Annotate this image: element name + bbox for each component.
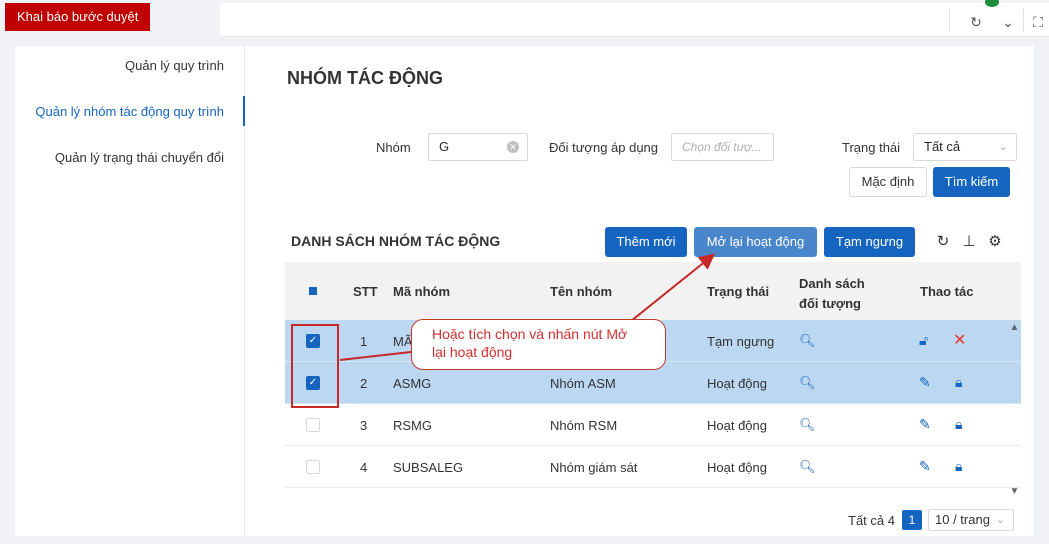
col-objects: Danh sách đối tượng	[799, 274, 865, 314]
table-row[interactable]: 4 SUBSALEG Nhóm giám sát Hoạt động 🔍︎ ✎ …	[285, 446, 1021, 488]
row-stt: 4	[360, 460, 368, 475]
edit-icon[interactable]: ✎	[919, 416, 931, 433]
chevron-down-icon[interactable]: ⌄	[999, 13, 1017, 31]
row-status: Hoạt động	[707, 376, 767, 391]
page-size-select[interactable]: 10 / trang ⌄	[928, 509, 1014, 531]
table-header: STT Mã nhóm Tên nhóm Trạng thái Danh sác…	[285, 262, 1021, 320]
active-tab-badge[interactable]: Khai báo bước duyệt	[5, 3, 151, 31]
sidebar-item-status-transition[interactable]: Quản lý trạng thái chuyển đổi	[55, 150, 224, 165]
unlock-icon[interactable]: 🔓︎	[919, 332, 928, 349]
column-height-icon[interactable]: ⊥	[960, 233, 978, 251]
object-filter-select[interactable]: Chọn đối tượ...	[671, 133, 774, 161]
page-title: NHÓM TÁC ĐỘNG	[287, 68, 443, 88]
status-filter-select[interactable]: Tất cả ⌄	[913, 133, 1017, 161]
search-icon[interactable]: 🔍︎	[799, 459, 816, 475]
close-icon[interactable]: ✕	[953, 330, 966, 350]
annotation-callout: Hoặc tích chọn và nhấn nút Mở lại hoạt đ…	[411, 319, 666, 370]
status-filter-value: Tất cả	[924, 139, 961, 154]
col-status: Trạng thái	[707, 284, 770, 299]
search-icon[interactable]: 🔍︎	[799, 417, 816, 433]
row-stt: 2	[360, 376, 368, 391]
object-filter-label: Đối tượng áp dụng	[549, 140, 659, 155]
edit-icon[interactable]: ✎	[919, 458, 931, 475]
scroll-up-icon[interactable]: ▲	[1008, 322, 1021, 333]
row-status: Hoạt động	[707, 418, 767, 433]
col-objects-line2: đối tượng	[799, 296, 861, 311]
annotation-highlight	[291, 324, 339, 408]
row-status: Hoạt động	[707, 460, 767, 475]
col-stt: STT	[353, 284, 378, 299]
row-code: ASMG	[393, 376, 432, 391]
action-group-table: STT Mã nhóm Tên nhóm Trạng thái Danh sác…	[285, 262, 1021, 488]
group-filter-input[interactable]: G ✕	[428, 133, 528, 161]
fullscreen-icon[interactable]: ⛶	[1029, 13, 1047, 31]
sidebar-item-process[interactable]: Quản lý quy trình	[125, 58, 224, 73]
chevron-down-icon: ⌄	[998, 141, 1008, 153]
reload-icon[interactable]: ↻	[934, 233, 952, 251]
chevron-down-icon: ⌄	[995, 514, 1005, 526]
col-code: Mã nhóm	[393, 284, 451, 299]
col-objects-line1: Danh sách	[799, 276, 865, 291]
row-checkbox[interactable]	[306, 418, 320, 432]
group-filter-label: Nhóm	[376, 140, 411, 155]
add-button[interactable]: Thêm mới	[605, 227, 687, 257]
search-icon[interactable]: 🔍︎	[799, 333, 816, 349]
divider	[1023, 9, 1024, 31]
lock-icon[interactable]: 🔒︎	[955, 458, 962, 475]
main-panel: NHÓM TÁC ĐỘNG Nhóm G ✕ Đối tượng áp dụng…	[245, 46, 1034, 536]
table-scrollbar[interactable]: ▲ ▼	[1008, 320, 1021, 498]
status-dot	[985, 0, 999, 7]
row-name: Nhóm RSM	[550, 418, 618, 433]
table-row[interactable]: 3 RSMG Nhóm RSM Hoạt động 🔍︎ ✎ 🔒︎	[285, 404, 1021, 446]
row-name: Nhóm giám sát	[550, 460, 638, 475]
tab-strip: ↻ ⌄ ⛶	[220, 0, 1049, 37]
page-size-value: 10 / trang	[935, 512, 990, 527]
status-filter-label: Trạng thái	[842, 140, 901, 155]
row-code: SUBSALEG	[393, 460, 464, 475]
row-status: Tạm ngưng	[707, 334, 775, 349]
row-code: RSMG	[393, 418, 432, 433]
group-filter-value: G	[439, 139, 450, 154]
col-name: Tên nhóm	[550, 284, 613, 299]
pager-page-button[interactable]: 1	[902, 510, 922, 530]
edit-icon[interactable]: ✎	[919, 374, 931, 391]
refresh-icon[interactable]: ↻	[967, 13, 985, 31]
settings-icon[interactable]: ⚙	[986, 233, 1004, 251]
sidebar-item-action-group[interactable]: Quản lý nhóm tác động quy trình	[35, 104, 224, 119]
row-stt: 1	[360, 334, 368, 349]
lock-icon[interactable]: 🔒︎	[955, 416, 962, 433]
row-stt: 3	[360, 418, 368, 433]
top-bar: Khai báo bước duyệt ↻ ⌄ ⛶	[0, 0, 1049, 37]
sidebar: Quản lý quy trình Quản lý nhóm tác động …	[15, 46, 245, 536]
lock-icon[interactable]: 🔒︎	[955, 374, 962, 391]
search-button[interactable]: Tìm kiếm	[933, 167, 1010, 197]
default-button[interactable]: Mặc định	[849, 167, 927, 197]
reactivate-button[interactable]: Mở lại hoạt động	[694, 227, 817, 257]
col-actions: Thao tác	[920, 284, 974, 299]
scroll-down-icon[interactable]: ▼	[1008, 486, 1021, 497]
row-checkbox[interactable]	[306, 460, 320, 474]
clear-icon[interactable]: ✕	[507, 141, 519, 153]
search-icon[interactable]: 🔍︎	[799, 375, 816, 391]
row-name: Nhóm ASM	[550, 376, 616, 391]
pager-total: Tất cả 4	[848, 513, 895, 528]
suspend-button[interactable]: Tạm ngưng	[824, 227, 915, 257]
list-title: DANH SÁCH NHÓM TÁC ĐỘNG	[291, 233, 501, 249]
select-all-checkbox[interactable]	[309, 287, 317, 295]
row-code: MÃ	[393, 334, 413, 349]
divider	[949, 9, 950, 31]
